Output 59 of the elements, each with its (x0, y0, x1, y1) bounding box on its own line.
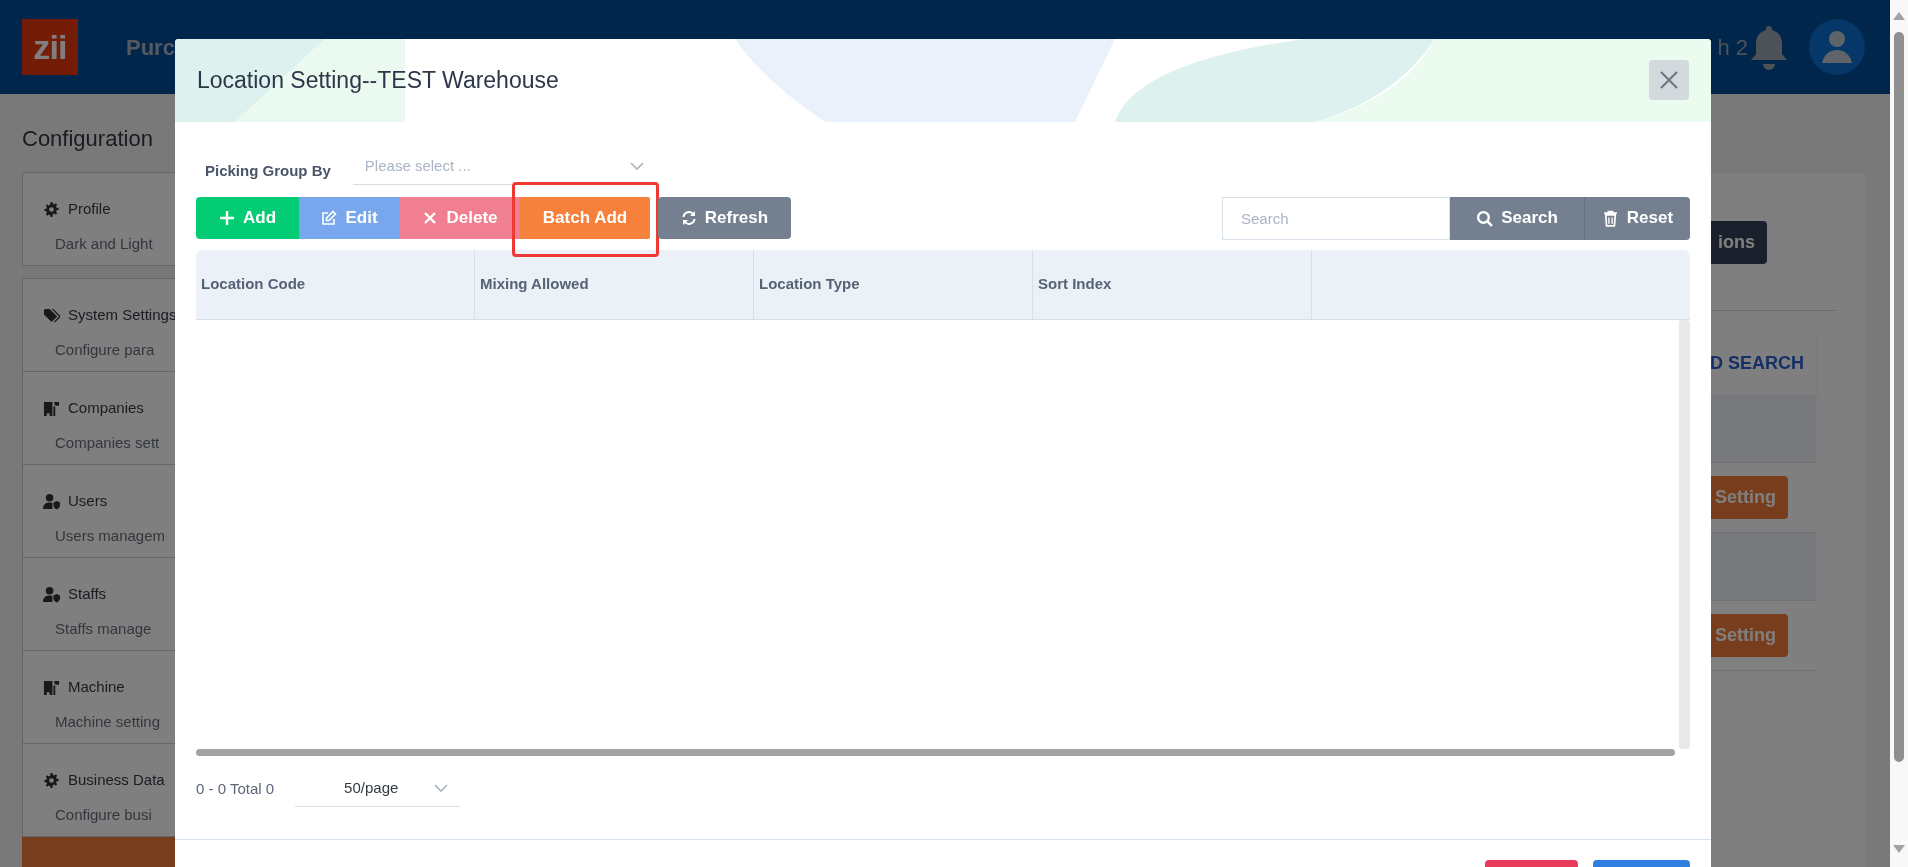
column-header: Sort Index (1033, 250, 1312, 319)
pagination-summary: 0 - 0 Total 0 (196, 778, 275, 799)
sidebar-item-description: Machine setting (55, 712, 162, 732)
sidebar-item-title: Companies (68, 397, 144, 418)
close-icon (1659, 70, 1679, 90)
plus-icon (218, 210, 235, 226)
page-size-select[interactable]: 50/page (295, 771, 461, 807)
logo[interactable]: zii (22, 19, 78, 75)
chevron-icon (434, 784, 449, 793)
close-button[interactable] (1649, 60, 1689, 100)
tag-icon (43, 306, 60, 324)
advanced-search-link[interactable]: D SEARCH (1710, 349, 1804, 377)
settings-icon (43, 771, 60, 789)
refresh-button[interactable]: Refresh (658, 197, 791, 239)
column-header: Location Code (196, 250, 475, 319)
building-icon (43, 678, 60, 696)
bell-icon[interactable] (1749, 24, 1789, 70)
horizontal-scrollbar[interactable] (196, 749, 1675, 756)
add-button[interactable]: Add (196, 197, 299, 239)
settings-icon (43, 200, 60, 218)
sidebar-item-title: Business Data (68, 769, 165, 790)
sidebar-item-description: Configure busi (55, 805, 153, 825)
scroll-up-icon[interactable] (1893, 12, 1905, 20)
user-label: h 2 (1717, 33, 1748, 62)
modal-title: Location Setting--TEST Warehouse (197, 65, 559, 95)
close-icon (422, 210, 439, 226)
vertical-scrollbar[interactable] (1679, 320, 1690, 749)
building-icon (43, 399, 60, 417)
column-header: Location Type (754, 250, 1033, 319)
reset-button[interactable]: Reset (1585, 196, 1690, 240)
chevron-icon (629, 162, 644, 171)
delete-button[interactable]: Delete (400, 197, 520, 239)
sidebar-item-description: Staffs manage (55, 619, 153, 639)
column-header: Mixing Allowed (475, 250, 754, 319)
sidebar-item-title: System Settings (68, 304, 177, 325)
app-title: Purc (126, 33, 175, 62)
sidebar-item-title: Machine (68, 676, 125, 697)
sidebar-item-description: Dark and Light (55, 234, 154, 254)
sidebar-item-title: Staffs (68, 583, 107, 604)
scroll-down-icon[interactable] (1893, 845, 1905, 853)
sidebar-item-title: Profile (68, 198, 111, 219)
search-icon (1476, 209, 1494, 227)
select-field[interactable]: Please select ... (352, 149, 656, 185)
sidebar-item-description: Configure para (55, 340, 156, 360)
sidebar-item-title: Users (68, 490, 108, 511)
edit-icon (321, 210, 338, 226)
page-title: Configuration (22, 125, 154, 153)
window-scrollbar[interactable] (1890, 0, 1908, 867)
avatar[interactable] (1809, 19, 1865, 75)
sidebar-item-description: Users managem (55, 526, 167, 546)
edit-button[interactable]: Edit (299, 197, 400, 239)
trash-icon (1601, 209, 1619, 227)
refresh-icon (680, 210, 697, 226)
user-icon (43, 585, 60, 603)
search-button[interactable]: Search (1450, 196, 1585, 240)
sidebar-item-description: Companies sett (55, 433, 161, 453)
batch-add-button[interactable]: Batch Add (520, 197, 650, 239)
search-field[interactable]: Search (1222, 196, 1450, 240)
user-icon (43, 492, 60, 510)
